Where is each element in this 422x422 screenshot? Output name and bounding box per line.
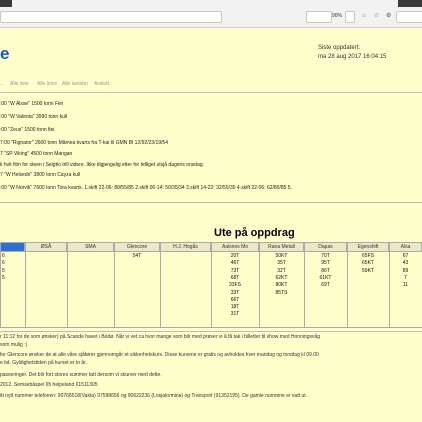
- table-cell: 54T: [132, 253, 142, 259]
- ship-entry: :00 "W Valenta" 3990 tonn kull: [0, 114, 68, 120]
- table-cell: 59KT: [362, 267, 374, 274]
- column-header: Dapas: [304, 242, 347, 252]
- zoom-out-button[interactable]: [306, 11, 332, 23]
- column-header: Rana Metall: [259, 242, 304, 252]
- table-cell: 6: [2, 260, 5, 267]
- table-cell: 68T: [230, 274, 240, 281]
- table-cell: 95T: [321, 260, 330, 267]
- notice-text: e tid. Gyldighetstiden på kurset er to å…: [0, 360, 87, 366]
- table-cell: 5: [2, 267, 5, 274]
- nav-link-alle-linnn[interactable]: Alle linnn: [37, 81, 57, 87]
- table-column: [25, 252, 67, 328]
- ship-entry: 7:00 "Rignator" 2600 tonn Mâmea kvarts f…: [0, 140, 168, 146]
- table-title: Ute på oppdrag: [214, 227, 295, 239]
- zoom-level: 90%: [332, 13, 343, 19]
- table-cell: 73T: [230, 267, 240, 274]
- nav-link-home[interactable]: ...: [0, 81, 4, 87]
- column-header: SMA: [67, 242, 114, 252]
- divider: [0, 92, 422, 93]
- nav-link-avslutt[interactable]: Avslutt: [94, 81, 109, 87]
- table-cell: 67: [402, 253, 409, 259]
- ship-entry: 7 "SP Viking" 4500 tonn Mangan: [0, 151, 73, 157]
- column-header: H.J. Hogås: [160, 242, 211, 252]
- table-cell: 89: [402, 267, 409, 274]
- notice-text: som mulig :): [0, 342, 28, 348]
- window-controls[interactable]: [398, 0, 422, 7]
- table-cell: 32T: [277, 267, 286, 274]
- settings-gear-icon[interactable]: ⚙: [386, 13, 391, 19]
- table-cell: 20T: [230, 253, 240, 259]
- table-cell: 66T: [230, 296, 240, 303]
- table-cell: 61KT: [319, 274, 332, 281]
- table-column: [160, 252, 211, 328]
- table-cell: 65KT: [362, 260, 374, 267]
- table-cell: 35T: [277, 260, 286, 267]
- table-cell: 11: [402, 282, 409, 289]
- notice-text: r 11:12 for de som ønsker) på Scande hav…: [0, 334, 321, 340]
- notice-text: for Glencore ønsker de at alle våre sjåf…: [0, 352, 319, 358]
- home-icon[interactable]: ⌂: [362, 13, 366, 19]
- table-cell: 43: [402, 260, 409, 267]
- site-logo[interactable]: e: [0, 44, 9, 64]
- ship-entry: :00 "W Norvik" 7600 tonn Tora kvarts. 1.…: [0, 185, 292, 191]
- column-header: [0, 242, 25, 252]
- column-header: Egenshift: [347, 242, 389, 252]
- table-cell: 80KT: [275, 282, 288, 289]
- notice-text: itt nytt nummer telefonen: 90768518(Vakt…: [0, 393, 308, 399]
- search-input[interactable]: [396, 11, 422, 23]
- browser-toolbar: 90% ⌂ ☆ ⚙: [0, 0, 422, 28]
- zoom-in-button[interactable]: [345, 11, 355, 23]
- table-cell: 46T: [230, 260, 240, 267]
- table-cell: 18T: [230, 304, 240, 311]
- table-column: [67, 252, 114, 328]
- notice-text: 2012. Semsebåspel 65 helpeland 61511305: [0, 382, 98, 388]
- table-cell: 62KT: [275, 274, 288, 281]
- table-cell: 6: [2, 253, 5, 259]
- ship-entry: :00 "W Alsse" 1500 tonn Fiei: [0, 101, 64, 107]
- ship-entry: 7 "W Helsedo" 3800 tonn Cayza kull: [0, 172, 81, 178]
- column-header: Alsa: [389, 242, 422, 252]
- ship-entry: :00 "Zeus" 1500 tonn fiei: [0, 127, 55, 133]
- updated-label: Siste oppdatert:: [318, 45, 361, 51]
- table-cell: 33T: [230, 289, 240, 296]
- table-cell: 31T: [230, 311, 240, 318]
- column-header: Glencore: [114, 242, 160, 252]
- divider: [0, 331, 422, 332]
- bookmark-star-icon[interactable]: ☆: [374, 13, 379, 19]
- table-cell: 5: [2, 274, 5, 281]
- column-header: ØSÅ: [25, 242, 67, 252]
- table-cell: 86T: [321, 267, 330, 274]
- table-cell: 7: [404, 274, 407, 281]
- table-cell: 65FS: [362, 253, 374, 259]
- table-cell: 33FS: [229, 282, 241, 289]
- table-column: [114, 252, 160, 328]
- notice-text: passeringer. Det blir fort stores summer…: [0, 372, 162, 378]
- updated-timestamp: ma 28 aug 2017 16:04:15: [318, 54, 387, 60]
- nav-link-alle-lastebn[interactable]: Alle lastebn: [62, 81, 88, 87]
- ship-note: k hvit film for steen i Selgtio trill vi…: [0, 162, 204, 168]
- column-header: Aalsnes Mo: [211, 242, 259, 252]
- tab-strip: [0, 0, 12, 7]
- address-bar[interactable]: [0, 11, 222, 23]
- table-cell: 50KT: [275, 253, 288, 259]
- nav-link-alle-liste[interactable]: Alle liste: [10, 81, 29, 87]
- table-cell: 69T: [321, 282, 330, 289]
- divider: [0, 202, 422, 203]
- table-cell: 85TS: [275, 289, 288, 296]
- table-cell: 70T: [321, 253, 330, 259]
